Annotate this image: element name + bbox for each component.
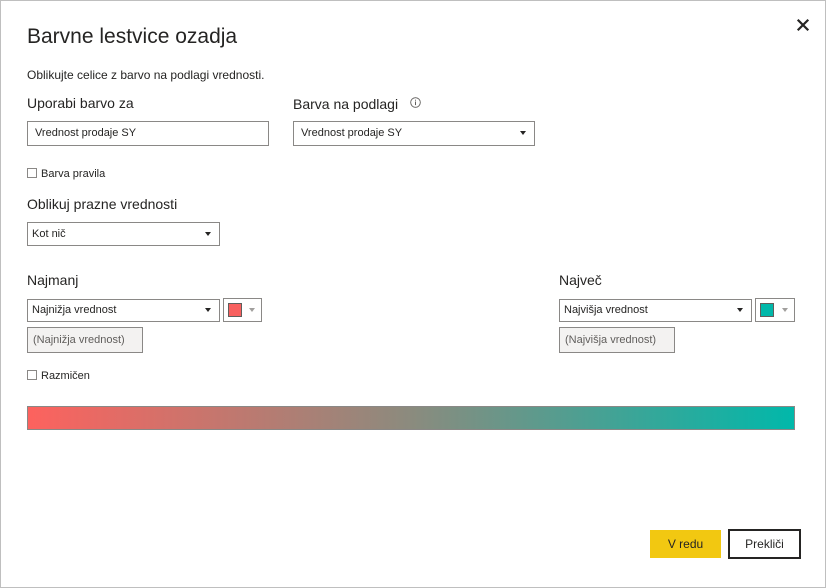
based-on-dropdown[interactable]: Vrednost prodaje SY [293,121,535,146]
apply-to-value: Vrednost prodaje SY [35,127,137,139]
blank-values-dropdown[interactable]: Kot nič [27,222,220,246]
minimum-type-dropdown[interactable]: Najnižja vrednost [27,299,220,322]
maximum-color-swatch [760,303,774,317]
minimum-label: Najmanj [27,272,79,288]
maximum-color-picker[interactable] [755,298,795,322]
maximum-value-input[interactable]: (Najvišja vrednost) [559,327,675,353]
close-icon[interactable] [795,17,811,33]
blank-values-value: Kot nič [32,228,66,240]
chevron-down-icon [782,308,788,312]
diverging-checkbox[interactable] [27,370,37,380]
chevron-down-icon [737,308,743,312]
rule-checkbox[interactable] [27,168,37,178]
rule-checkbox-row[interactable]: Barva pravila [27,168,105,180]
based-on-value: Vrednost prodaje SY [301,127,403,139]
ok-button[interactable]: V redu [650,530,721,558]
minimum-value-placeholder: (Najnižja vrednost) [33,334,125,346]
background-color-scales-dialog: Barvne lestvice ozadja Oblikujte celice … [0,0,826,588]
apply-to-field[interactable]: Vrednost prodaje SY [27,121,269,146]
minimum-value-input[interactable]: (Najnižja vrednost) [27,327,143,353]
diverging-checkbox-label: Razmičen [41,370,90,382]
dialog-title: Barvne lestvice ozadja [27,25,238,48]
color-scale-preview [27,406,795,430]
minimum-color-swatch [228,303,242,317]
blank-values-label: Oblikuj prazne vrednosti [27,196,178,212]
cancel-button[interactable]: Prekliči [728,529,801,559]
info-icon[interactable] [410,95,421,111]
apply-to-label: Uporabi barvo za [27,95,134,111]
diverging-checkbox-row[interactable]: Razmičen [27,370,90,382]
maximum-value-placeholder: (Najvišja vrednost) [565,334,657,346]
dialog-description: Oblikujte celice z barvo na podlagi vred… [27,68,265,82]
based-on-label-row: Barva na podlagi [293,95,421,112]
maximum-label: Največ [559,272,602,288]
minimum-type-value: Najnižja vrednost [32,304,117,316]
chevron-down-icon [249,308,255,312]
maximum-type-value: Najvišja vrednost [564,304,648,316]
minimum-color-picker[interactable] [223,298,262,322]
maximum-type-dropdown[interactable]: Najvišja vrednost [559,299,752,322]
rule-checkbox-label: Barva pravila [41,168,106,180]
chevron-down-icon [205,232,211,236]
chevron-down-icon [520,131,526,135]
based-on-label: Barva na podlagi [293,96,399,112]
chevron-down-icon [205,308,211,312]
